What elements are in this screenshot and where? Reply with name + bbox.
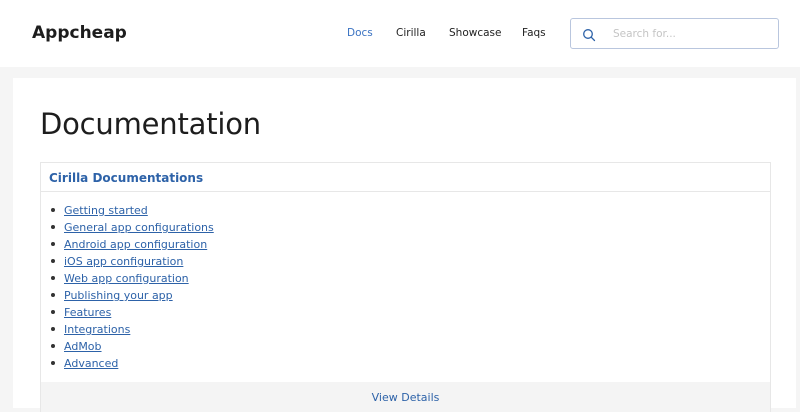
doc-link[interactable]: Web app configuration xyxy=(64,272,189,285)
doc-link[interactable]: General app configurations xyxy=(64,221,214,234)
bullet-icon xyxy=(51,293,55,297)
main-content: Documentation Cirilla Documentations Get… xyxy=(13,78,796,412)
doc-link[interactable]: AdMob xyxy=(64,340,102,353)
doc-link[interactable]: Features xyxy=(64,306,111,319)
list-item: Features xyxy=(49,305,214,322)
list-item: Android app configuration xyxy=(49,237,214,254)
list-item: Publishing your app xyxy=(49,288,214,305)
view-details-link[interactable]: View Details xyxy=(372,391,440,404)
list-item: General app configurations xyxy=(49,220,214,237)
bullet-icon xyxy=(51,344,55,348)
doc-link[interactable]: Integrations xyxy=(64,323,130,336)
doc-link[interactable]: Android app configuration xyxy=(64,238,207,251)
card-footer: View Details xyxy=(41,382,770,412)
list-item: Getting started xyxy=(49,203,214,220)
bullet-icon xyxy=(51,361,55,365)
bullet-icon xyxy=(51,259,55,263)
list-item: iOS app configuration xyxy=(49,254,214,271)
card-header: Cirilla Documentations xyxy=(41,163,770,192)
list-item: Advanced xyxy=(49,356,214,373)
docs-card: Cirilla Documentations Getting started G… xyxy=(40,162,771,412)
doc-link[interactable]: Publishing your app xyxy=(64,289,173,302)
brand-logo[interactable]: Appcheap xyxy=(32,23,127,43)
search-icon[interactable] xyxy=(582,27,596,42)
site-header: Appcheap Docs Cirilla Showcase Faqs xyxy=(0,0,800,67)
list-item: Integrations xyxy=(49,322,214,339)
bullet-icon xyxy=(51,310,55,314)
bullet-icon xyxy=(51,276,55,280)
search-box[interactable] xyxy=(570,18,779,49)
bullet-icon xyxy=(51,208,55,212)
doc-link[interactable]: iOS app configuration xyxy=(64,255,183,268)
search-input[interactable] xyxy=(613,25,771,43)
list-item: Web app configuration xyxy=(49,271,214,288)
nav-cirilla[interactable]: Cirilla xyxy=(396,27,426,39)
nav-showcase[interactable]: Showcase xyxy=(449,27,501,39)
list-item: AdMob xyxy=(49,339,214,356)
page-title: Documentation xyxy=(40,107,261,141)
nav-docs[interactable]: Docs xyxy=(347,27,373,39)
nav-faqs[interactable]: Faqs xyxy=(522,27,546,39)
doc-link[interactable]: Getting started xyxy=(64,204,148,217)
docs-list: Getting started General app configuratio… xyxy=(49,203,214,373)
card-title: Cirilla Documentations xyxy=(49,171,204,185)
doc-link[interactable]: Advanced xyxy=(64,357,118,370)
bullet-icon xyxy=(51,327,55,331)
bullet-icon xyxy=(51,242,55,246)
bullet-icon xyxy=(51,225,55,229)
